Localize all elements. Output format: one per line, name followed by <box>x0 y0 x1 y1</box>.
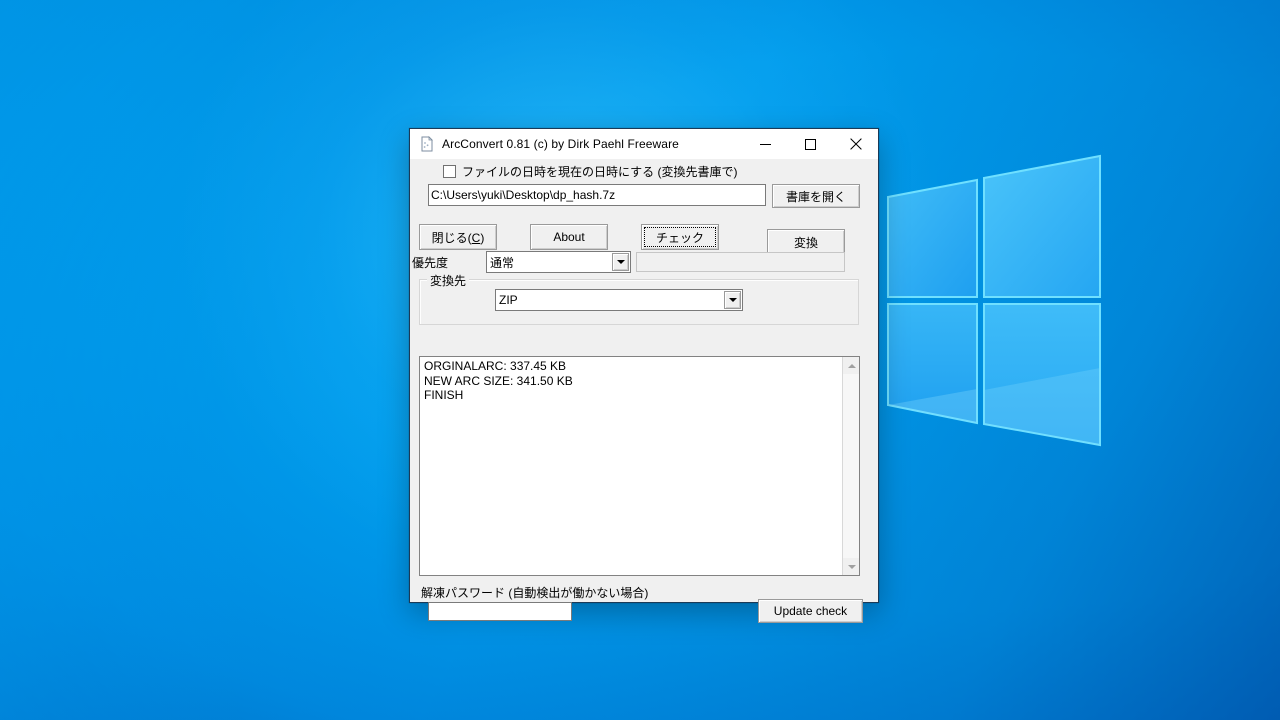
scroll-up-arrow-icon[interactable] <box>843 357 859 374</box>
window-title: ArcConvert 0.81 (c) by Dirk Paehl Freewa… <box>442 137 679 151</box>
wallpaper-left-shade <box>0 0 240 720</box>
open-archive-button[interactable]: 書庫を開く <box>772 184 860 208</box>
password-input[interactable] <box>428 602 572 621</box>
log-scrollbar[interactable] <box>842 357 859 575</box>
target-format-group: 変換先 ZIP <box>419 272 859 325</box>
window-controls[interactable] <box>743 129 878 159</box>
close-dialog-button[interactable]: 閉じる(C) <box>419 224 497 250</box>
log-output[interactable]: ORGINALARC: 337.45 KB NEW ARC SIZE: 341.… <box>419 356 860 576</box>
arcconvert-window[interactable]: ArcConvert 0.81 (c) by Dirk Paehl Freewa… <box>409 128 879 623</box>
priority-combobox[interactable]: 通常 <box>486 251 631 273</box>
check-label: チェック <box>655 230 704 245</box>
minimize-button[interactable] <box>743 129 788 159</box>
progress-field <box>636 252 845 272</box>
window-client-area: ファイルの日時を現在の日時にする (変換先書庫で) C:\Users\yuki\… <box>410 159 878 623</box>
checkbox-box[interactable] <box>443 165 456 178</box>
password-label: 解凍パスワード (自動検出が働かない場合) <box>421 586 649 600</box>
windows-logo-icon <box>880 140 1180 470</box>
archive-path-value: C:\Users\yuki\Desktop\dp_hash.7z <box>431 188 616 202</box>
chevron-down-icon[interactable] <box>612 253 629 271</box>
priority-label: 優先度 <box>412 256 449 270</box>
about-button[interactable]: About <box>530 224 608 250</box>
maximize-icon <box>805 138 816 150</box>
target-format-value: ZIP <box>499 293 518 307</box>
use-current-date-checkbox[interactable]: ファイルの日時を現在の日時にする (変換先書庫で) <box>443 163 737 180</box>
close-button[interactable] <box>833 129 878 159</box>
target-format-group-title: 変換先 <box>427 272 470 289</box>
log-text: ORGINALARC: 337.45 KB NEW ARC SIZE: 341.… <box>424 359 573 402</box>
target-format-combobox[interactable]: ZIP <box>495 289 743 311</box>
window-titlebar[interactable]: ArcConvert 0.81 (c) by Dirk Paehl Freewa… <box>410 129 878 159</box>
priority-value: 通常 <box>490 255 515 270</box>
scroll-down-arrow-icon[interactable] <box>843 558 859 575</box>
open-archive-label: 書庫を開く <box>785 189 846 204</box>
scrollbar-track[interactable] <box>843 374 859 558</box>
use-current-date-label: ファイルの日時を現在の日時にする (変換先書庫で) <box>462 165 738 179</box>
document-icon <box>419 136 435 152</box>
minimize-icon <box>760 139 771 150</box>
archive-path-input[interactable]: C:\Users\yuki\Desktop\dp_hash.7z <box>428 184 766 206</box>
maximize-button[interactable] <box>788 129 833 159</box>
convert-label: 変換 <box>793 235 818 250</box>
check-button[interactable]: チェック <box>641 224 719 250</box>
update-check-label: Update check <box>773 604 848 618</box>
close-icon <box>849 138 862 150</box>
about-label: About <box>553 230 585 244</box>
update-check-button[interactable]: Update check <box>758 599 863 623</box>
chevron-down-icon[interactable] <box>724 291 741 309</box>
close-dialog-label: 閉じる(C) <box>431 230 485 245</box>
